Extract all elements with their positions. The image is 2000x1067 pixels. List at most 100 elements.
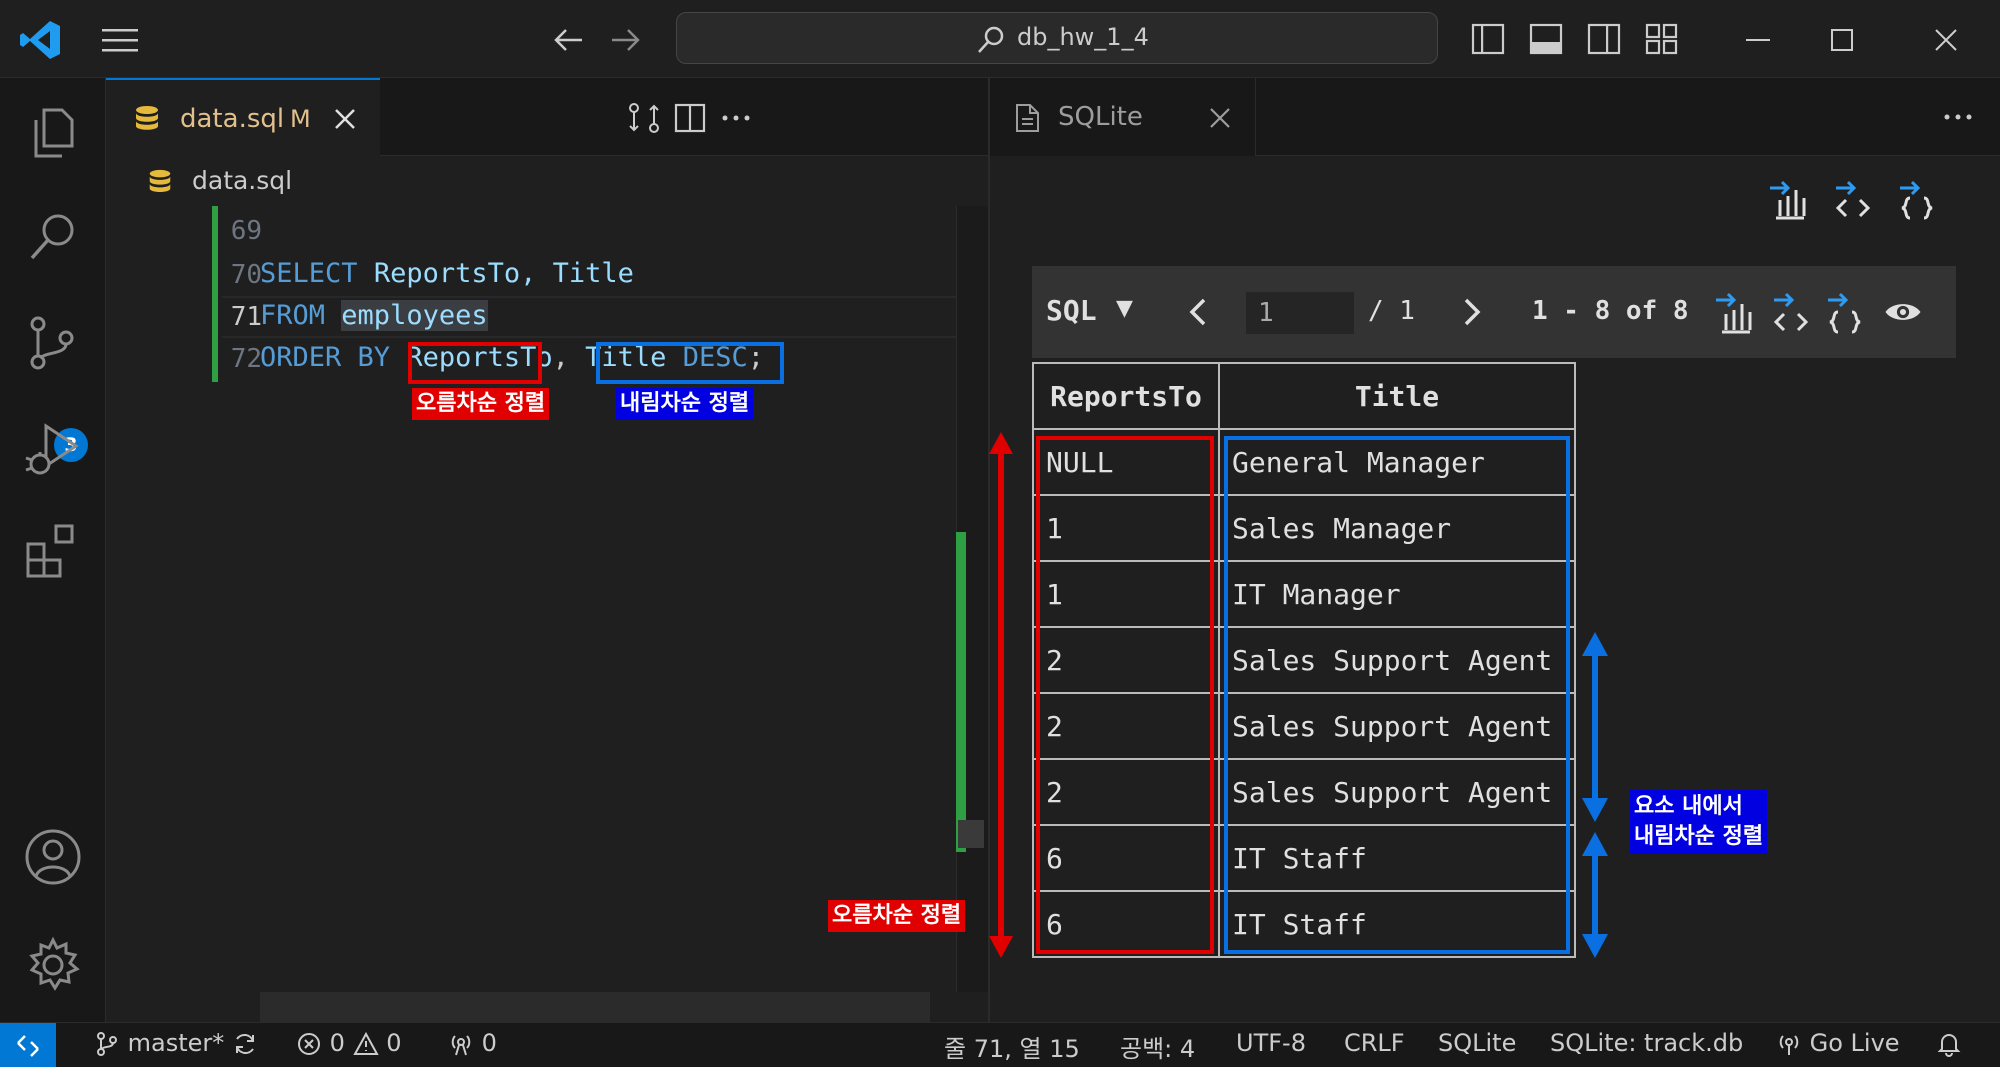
annotation-box-asc (408, 342, 542, 384)
encoding-status[interactable]: UTF-8 (1236, 1029, 1306, 1057)
branch-icon (97, 1032, 117, 1056)
arrow-right-icon[interactable] (606, 22, 646, 58)
tab-label: SQLite (1058, 102, 1143, 132)
broadcast-icon (451, 1035, 471, 1056)
breadcrumb-file[interactable]: data.sql (192, 166, 292, 195)
scrollbar-thumb[interactable] (958, 820, 984, 848)
sync-icon (236, 1034, 254, 1054)
double-arrow-icon (1582, 632, 1608, 822)
error-icon (298, 1033, 320, 1055)
notifications-button[interactable] (1936, 1029, 1962, 1057)
identifier: employees (341, 300, 488, 331)
export-csv-icon[interactable] (1712, 288, 1754, 336)
open-changes-icon[interactable] (626, 100, 662, 136)
ports-status[interactable]: 0 (448, 1029, 497, 1057)
close-icon[interactable] (1208, 106, 1232, 130)
results-toolbar: SQL ▼ / 1 1 - 8 of 8 (1032, 266, 1956, 358)
annotation-label-asc: 오름차순 정렬 (828, 900, 966, 932)
close-icon[interactable] (332, 106, 358, 132)
workspace-name: db_hw_1_4 (1017, 23, 1149, 51)
export-json-icon[interactable] (1824, 288, 1866, 336)
problems-status[interactable]: 0 0 (296, 1029, 401, 1057)
vscode-logo-icon[interactable] (18, 18, 62, 62)
status-bar: master* 0 0 0 줄 71, 열 15 공백: 4 UTF-8 CRL… (0, 1022, 2000, 1067)
search-icon (978, 26, 1004, 53)
breadcrumb[interactable]: data.sql (106, 156, 988, 206)
account-icon[interactable] (22, 826, 84, 888)
customize-layout-icon[interactable] (1642, 20, 1682, 58)
double-arrow-icon (989, 432, 1013, 958)
database-icon (136, 106, 158, 130)
code-line-71: FROM employees (260, 300, 488, 331)
warning-icon (352, 1031, 379, 1055)
extensions-icon[interactable] (22, 520, 84, 582)
mode-select[interactable]: SQL (1046, 294, 1097, 327)
split-editor-icon[interactable] (672, 100, 708, 136)
error-count: 0 (329, 1029, 345, 1057)
annotation-box-asc-column (1036, 436, 1214, 954)
chevron-left-icon[interactable] (1184, 294, 1212, 330)
line-number: 70 (230, 260, 262, 290)
more-actions-icon[interactable] (1940, 102, 1976, 132)
export-html-icon[interactable] (1770, 288, 1812, 336)
column-header[interactable]: Title (1218, 362, 1576, 430)
database-icon (149, 169, 171, 193)
close-window-icon[interactable] (1924, 18, 1968, 62)
column-header[interactable]: ReportsTo (1032, 362, 1220, 430)
identifier: ReportsTo, Title (373, 258, 634, 289)
tab-data-sql[interactable]: data.sql M (106, 78, 380, 156)
page-total: / 1 (1368, 296, 1415, 326)
cursor-position[interactable]: 줄 71, 열 15 (944, 1029, 1080, 1064)
toggle-panel-icon[interactable] (1526, 20, 1566, 58)
sqlite-tab-bar: SQLite (990, 78, 2000, 156)
horizontal-scrollbar[interactable] (260, 992, 930, 1022)
database-status[interactable]: SQLite: track.db (1550, 1029, 1743, 1057)
keyword: ORDER BY (260, 342, 391, 373)
search-icon[interactable] (22, 206, 84, 268)
indentation-status[interactable]: 공백: 4 (1120, 1029, 1195, 1064)
language-mode[interactable]: SQLite (1438, 1029, 1516, 1057)
gear-icon[interactable] (22, 934, 84, 996)
line-number: 71 (230, 302, 262, 332)
command-center-search[interactable]: db_hw_1_4 (676, 12, 1438, 64)
more-actions-icon[interactable] (718, 100, 754, 136)
go-live-label: Go Live (1809, 1029, 1900, 1057)
annotation-line: 내림차순 정렬 (1634, 824, 1764, 849)
annotation-label-desc: 내림차순 정렬 (616, 388, 754, 420)
export-json-icon[interactable] (1896, 176, 1938, 222)
menu-icon[interactable] (100, 26, 140, 54)
annotation-box-desc (596, 342, 784, 384)
eye-icon[interactable] (1882, 288, 1924, 336)
double-arrow-icon (1582, 832, 1608, 958)
keyword: SELECT (260, 258, 358, 289)
table-header-row: ReportsTo Title (1032, 362, 1576, 430)
toggle-secondary-sidebar-icon[interactable] (1584, 20, 1624, 58)
branch-name: master* (127, 1029, 225, 1057)
tab-sqlite[interactable]: SQLite (990, 78, 1256, 156)
branch-status[interactable]: master* (94, 1029, 224, 1057)
broadcast-icon (1779, 1035, 1799, 1055)
run-debug-icon[interactable] (22, 418, 84, 480)
source-control-icon[interactable] (22, 312, 84, 374)
minimap-change-marker (956, 532, 966, 852)
ports-count: 0 (481, 1029, 497, 1057)
remote-indicator[interactable] (0, 1023, 56, 1067)
toggle-primary-sidebar-icon[interactable] (1468, 20, 1508, 58)
arrow-left-icon[interactable] (548, 22, 588, 58)
minimize-icon[interactable] (1736, 18, 1780, 62)
maximize-icon[interactable] (1820, 18, 1864, 62)
go-live-button[interactable]: Go Live (1776, 1029, 1900, 1057)
eol-status[interactable]: CRLF (1344, 1029, 1405, 1057)
page-number-input[interactable] (1246, 292, 1354, 334)
chevron-right-icon[interactable] (1458, 294, 1486, 330)
explorer-icon[interactable] (22, 102, 84, 164)
file-icon (1016, 104, 1039, 132)
modified-indicator: M (290, 105, 311, 133)
chevron-down-icon[interactable]: ▼ (1116, 296, 1133, 321)
warning-count: 0 (386, 1029, 402, 1057)
sync-button[interactable] (232, 1029, 258, 1057)
remote-icon (17, 1035, 39, 1057)
export-csv-icon[interactable] (1766, 176, 1808, 222)
tab-label: data.sql (180, 104, 285, 134)
export-html-icon[interactable] (1832, 176, 1874, 222)
